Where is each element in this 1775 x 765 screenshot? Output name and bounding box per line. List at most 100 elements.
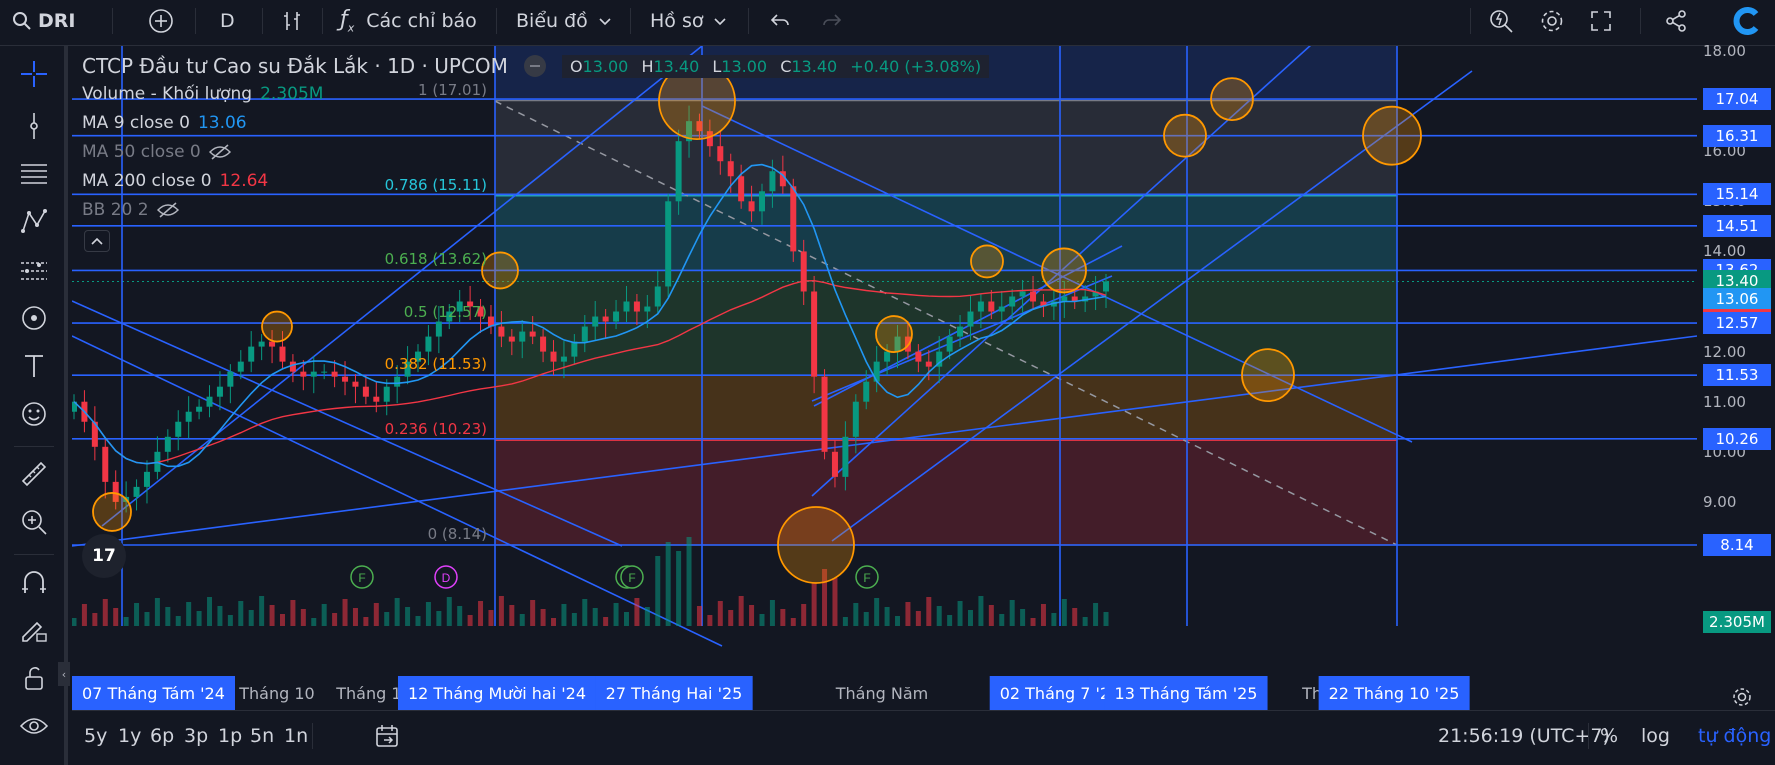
collapse-toolbar-button[interactable]: ‹ — [58, 662, 70, 686]
legend-ma50[interactable]: MA 50 close 0 — [82, 142, 231, 162]
chevron-down-icon — [599, 18, 611, 26]
trendline-tool[interactable] — [14, 106, 54, 146]
fullscreen-button[interactable] — [1590, 0, 1612, 42]
lock-drawings-tool[interactable] — [14, 658, 54, 698]
undo-button[interactable] — [768, 0, 792, 42]
volume-bar — [134, 603, 140, 626]
compare-symbol-button[interactable] — [148, 0, 174, 42]
fib-tool[interactable] — [14, 154, 54, 194]
candle-body — [352, 381, 359, 387]
chart-type-bars-button[interactable] — [280, 0, 304, 42]
candle-body — [967, 311, 974, 327]
price-chart[interactable]: FDFFF — [71, 25, 1698, 710]
candle-body — [811, 291, 818, 377]
unlock-icon — [25, 667, 43, 690]
share-icon — [1666, 10, 1686, 32]
magnet-tool[interactable] — [14, 562, 54, 602]
forecast-tool[interactable] — [14, 250, 54, 290]
settings-button[interactable] — [1539, 0, 1565, 42]
zoom-tool[interactable] — [14, 502, 54, 542]
volume-bar — [1030, 618, 1036, 626]
chart-pane[interactable]: FDFFF CTCP Đầu tư Cao su Đắk Lắk · 1D · … — [71, 25, 1698, 710]
range-button[interactable]: 5n — [250, 711, 274, 761]
candle-body — [1009, 296, 1016, 307]
auto-scale-toggle[interactable]: tự động — [1698, 711, 1771, 761]
market-status-icon[interactable] — [523, 55, 546, 77]
redo-button[interactable] — [820, 0, 844, 42]
candle-body — [425, 336, 432, 352]
magnifier-lightning-icon — [1490, 10, 1513, 33]
log-scale-toggle[interactable]: log — [1641, 711, 1670, 761]
volume-bar — [207, 597, 213, 626]
volume-bar — [113, 608, 119, 626]
range-button[interactable]: 1p — [218, 711, 242, 761]
goto-date-button[interactable] — [374, 711, 400, 761]
indicators-button[interactable]: ƒx Các chỉ báo — [340, 0, 477, 42]
pattern-tool[interactable] — [14, 202, 54, 242]
event-marker-label: F — [628, 571, 635, 585]
legend-ma200[interactable]: MA 200 close 0 12.64 — [82, 171, 268, 191]
legend-volume[interactable]: Volume - Khối lượng 2.305M — [82, 84, 323, 104]
candle-body — [654, 286, 661, 307]
candle-body — [915, 351, 922, 362]
volume-bar — [926, 597, 932, 626]
percent-scale-toggle[interactable]: % — [1600, 711, 1618, 761]
highlight-circle — [261, 310, 293, 343]
price-badge: 16.31 — [1703, 124, 1771, 147]
candle-body — [717, 146, 724, 162]
candle-body — [279, 346, 286, 362]
time-axis-label: 13 Tháng Tám '25 — [1104, 676, 1268, 710]
share-button[interactable] — [1664, 0, 1688, 42]
measure-tool[interactable] — [14, 454, 54, 494]
symbol-search-button[interactable]: DRI — [12, 0, 75, 42]
app-logo[interactable] — [1732, 0, 1762, 42]
price-tick-label: 14.00 — [1703, 242, 1746, 261]
candle-body — [769, 171, 776, 192]
volume-bar — [603, 617, 609, 626]
candle-body — [665, 201, 672, 287]
chart-type-dropdown[interactable]: Biểu đồ — [516, 0, 612, 42]
candle-body — [831, 451, 838, 477]
brush-tool[interactable] — [14, 298, 54, 338]
collapse-legend-button[interactable] — [84, 230, 110, 252]
candle-body — [957, 326, 964, 337]
text-tool[interactable] — [14, 346, 54, 386]
fx-icon: ƒx — [340, 7, 355, 35]
legend-ma9[interactable]: MA 9 close 0 13.06 — [82, 113, 247, 133]
volume-bar — [999, 614, 1005, 626]
candle-body — [1103, 281, 1109, 292]
range-button[interactable]: 3p — [184, 711, 208, 761]
stay-in-drawing-tool[interactable] — [14, 610, 54, 650]
range-button[interactable]: 1y — [118, 711, 141, 761]
volume-bar — [144, 612, 150, 626]
volume-bar — [478, 601, 484, 626]
range-button[interactable]: 1n — [284, 711, 308, 761]
candle-body — [206, 396, 213, 407]
candle-body — [362, 386, 369, 397]
clock-time[interactable]: 21:56:19 (UTC+7) — [1438, 711, 1610, 761]
range-button[interactable]: 6p — [150, 711, 174, 761]
emoji-tool[interactable] — [14, 394, 54, 434]
range-button[interactable]: 5y — [84, 711, 107, 761]
legend-bb[interactable]: BB 20 2 — [82, 200, 179, 220]
candle-body — [1030, 291, 1037, 302]
redo-icon — [823, 14, 842, 26]
eye-hidden-icon[interactable] — [156, 201, 179, 219]
candle-body — [623, 301, 630, 312]
candle-body — [133, 486, 140, 497]
tradingview-logo-icon[interactable]: 17 — [82, 534, 126, 578]
price-scale[interactable]: 18.0016.0015.0014.0012.0011.0010.009.00 … — [1697, 42, 1775, 712]
candle-body — [331, 371, 338, 377]
hide-drawings-tool[interactable] — [14, 706, 54, 746]
profile-dropdown[interactable]: Hồ sơ — [650, 0, 727, 42]
eye-hidden-icon[interactable] — [208, 143, 231, 161]
quick-search-button[interactable] — [1488, 0, 1514, 42]
candle-body — [925, 361, 932, 367]
scale-settings-button[interactable] — [1731, 686, 1753, 712]
event-marker-label: F — [863, 571, 870, 585]
crosshair-tool[interactable] — [14, 54, 54, 94]
volume-bar — [165, 607, 171, 626]
volume-bar — [332, 613, 338, 626]
interval-button[interactable]: D — [220, 0, 235, 42]
volume-bar — [967, 610, 973, 626]
